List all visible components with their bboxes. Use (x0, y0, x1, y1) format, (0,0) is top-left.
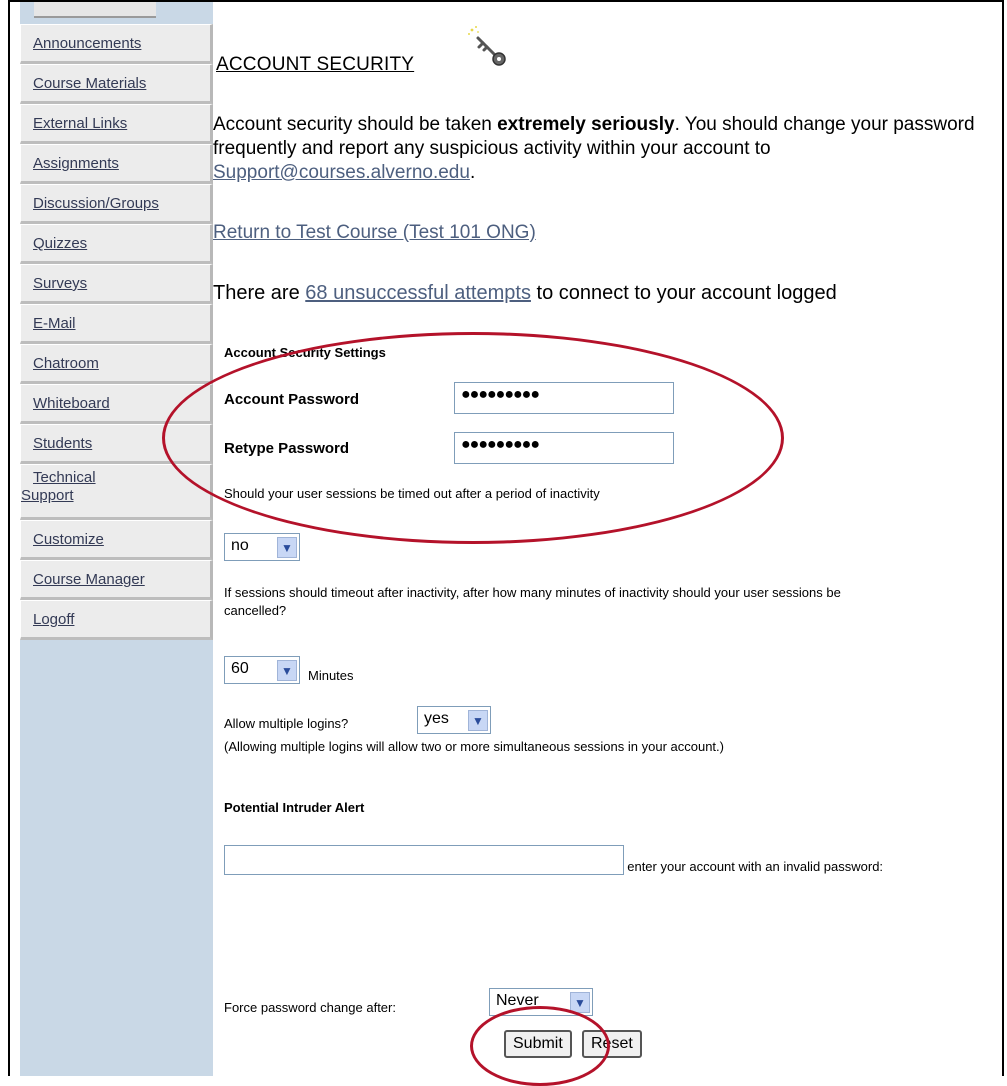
page-title: ACCOUNT SECURITY (216, 54, 415, 75)
minutes-select-value: 60 (231, 660, 249, 677)
key-icon (468, 26, 506, 66)
sidebar-item-announcements[interactable]: Announcements (20, 24, 213, 64)
sidebar-item-label: Quizzes (33, 235, 88, 252)
sidebar-item-label: Discussion/Groups (33, 195, 159, 212)
sidebar-item-discussion-groups[interactable]: Discussion/Groups (20, 184, 213, 224)
sidebar-item-label: Surveys (33, 275, 88, 292)
sidebar-item-label-line1: Technical (33, 469, 96, 486)
multiple-logins-note: (Allowing multiple logins will allow two… (224, 739, 724, 754)
multiple-logins-select[interactable]: yes ▼ (417, 706, 491, 734)
minutes-question: If sessions should timeout after inactiv… (224, 585, 841, 618)
sidebar-item-external-links[interactable]: External Links (20, 104, 213, 144)
sidebar-item-technical-support[interactable]: Technical Support (20, 464, 213, 520)
attempts-text-end: to connect to your account logged (530, 282, 837, 304)
sidebar-item-email[interactable]: E-Mail (20, 304, 213, 344)
alert-email-field[interactable] (224, 845, 624, 875)
intro-text-end: . (469, 162, 476, 183)
password-field[interactable]: ●●●●●●●●● (454, 382, 674, 414)
chevron-down-icon: ▼ (277, 660, 297, 681)
minutes-unit-label: Minutes (308, 668, 354, 683)
submit-button[interactable]: Submit (504, 1030, 572, 1058)
sidebar-item-course-manager[interactable]: Course Manager (20, 560, 213, 600)
intro-text-bold: extremely seriously (497, 114, 675, 135)
return-to-course-link[interactable]: Return to Test Course (Test 101 ONG) (213, 222, 536, 244)
sidebar-item-assignments[interactable]: Assignments (20, 144, 213, 184)
password-label: Account Password (224, 391, 360, 408)
sidebar-item-label: Assignments (33, 155, 119, 172)
multiple-logins-select-value: yes (424, 710, 449, 727)
timeout-question: Should your user sessions be timed out a… (224, 486, 600, 501)
sidebar-item-label: Announcements (33, 35, 142, 52)
sidebar-item-chatroom[interactable]: Chatroom (20, 344, 213, 384)
retype-password-label: Retype Password (224, 440, 350, 457)
unsuccessful-attempts-link[interactable]: 68 unsuccessful attempts (305, 282, 531, 304)
chevron-down-icon: ▼ (277, 537, 297, 558)
multiple-logins-label: Allow multiple logins? (224, 716, 349, 731)
sidebar-item-customize[interactable]: Customize (20, 520, 213, 560)
support-email-link[interactable]: Support@courses.alverno.edu (213, 162, 470, 183)
sidebar-item-logoff[interactable]: Logoff (20, 600, 213, 640)
sidebar-item-label: Students (33, 435, 93, 452)
chevron-down-icon: ▼ (570, 992, 590, 1013)
sidebar-item-label: E-Mail (33, 315, 76, 332)
title-row: ACCOUNT SECURITY (216, 54, 414, 76)
sidebar-item-label: Course Materials (33, 75, 147, 92)
sidebar-item-label: Whiteboard (33, 395, 110, 412)
sidebar: Announcements Course Materials External … (20, 2, 213, 1076)
sidebar-item-course-materials[interactable]: Course Materials (20, 64, 213, 104)
sidebar-item-whiteboard[interactable]: Whiteboard (20, 384, 213, 424)
sidebar-item-label: Course Manager (33, 571, 145, 588)
retype-password-field[interactable]: ●●●●●●●●● (454, 432, 674, 464)
sidebar-top-item-partial (34, 2, 156, 18)
timeout-select[interactable]: no ▼ (224, 533, 300, 561)
sidebar-item-students[interactable]: Students (20, 424, 213, 464)
unsuccessful-attempts-line: There are 68 unsuccessful attempts to co… (213, 282, 837, 305)
sidebar-item-quizzes[interactable]: Quizzes (20, 224, 213, 264)
sidebar-item-label: Customize (33, 531, 104, 548)
sidebar-item-surveys[interactable]: Surveys (20, 264, 213, 304)
intruder-alert-heading: Potential Intruder Alert (224, 800, 365, 815)
sidebar-item-label-line2: Support (21, 487, 74, 504)
settings-heading: Account Security Settings (224, 345, 386, 360)
force-password-change-select[interactable]: Never ▼ (489, 988, 593, 1016)
sidebar-item-label: External Links (33, 115, 128, 132)
sidebar-item-label: Chatroom (33, 355, 99, 372)
chevron-down-icon: ▼ (468, 710, 488, 731)
timeout-select-value: no (231, 537, 249, 554)
intro-paragraph: Account security should be taken extreme… (213, 113, 983, 185)
attempts-text-start: There are (213, 282, 306, 304)
minutes-select[interactable]: 60 ▼ (224, 656, 300, 684)
force-password-change-label: Force password change after: (224, 1000, 396, 1015)
reset-button[interactable]: Reset (582, 1030, 642, 1058)
intro-text-start: Account security should be taken (213, 114, 498, 135)
sidebar-menu: Announcements Course Materials External … (20, 24, 213, 640)
sidebar-item-label: Logoff (33, 611, 75, 628)
force-password-change-value: Never (496, 992, 539, 1009)
